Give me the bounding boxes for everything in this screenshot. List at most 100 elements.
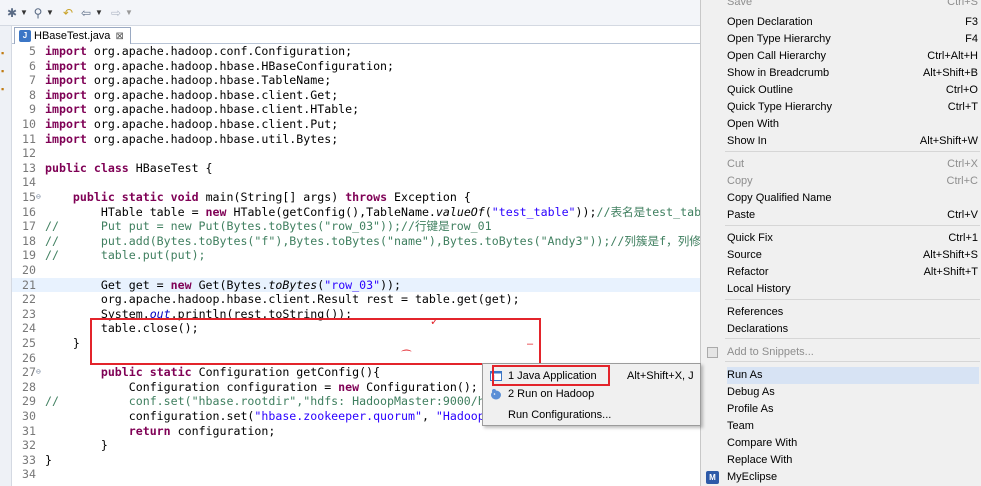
fold-toggle-icon[interactable]: ⊖ [36, 365, 44, 380]
line-number: 14 [22, 175, 36, 190]
line-number: 19 [22, 248, 36, 263]
submenu-item-run-configurations[interactable]: Run Configurations... [508, 406, 698, 424]
menu-item-team[interactable]: Team [727, 418, 979, 435]
menu-item-show-in-breadcrumb[interactable]: Show in Breadcrumb Alt+Shift+B [727, 65, 979, 82]
line-number: 32 [22, 438, 36, 453]
menu-item-open-with[interactable]: Open With [727, 116, 979, 133]
line-number: 21 [22, 277, 36, 292]
menu-item-replace-with[interactable]: Replace With [727, 452, 979, 469]
menu-item-refactor[interactable]: Refactor Alt+Shift+T [727, 264, 979, 281]
editor-toolbar: ✱ ▼ ⚲ ▼ ↶ ⇦ ▼ ⇨ ▼ [0, 0, 700, 26]
menu-item-shortcut: Alt+Shift+B [922, 67, 978, 79]
menu-item-label: Source [727, 249, 762, 261]
chevron-down-icon[interactable]: ▼ [20, 5, 28, 21]
code-line[interactable]: 16✎ HTable table = new HTable(getConfig(… [12, 205, 700, 220]
code-text: import org.apache.hadoop.hbase.client.HT… [45, 102, 360, 117]
code-line[interactable]: 9 import org.apache.hadoop.hbase.client.H… [12, 102, 700, 117]
package-icon[interactable]: ▪ [1, 48, 11, 58]
menu-item-paste[interactable]: Paste Ctrl+V [727, 207, 979, 224]
menu-item-cut[interactable]: Cut Ctrl+X [727, 156, 979, 173]
chevron-down-icon[interactable]: ▼ [46, 5, 54, 21]
code-line[interactable]: 6✎import org.apache.hadoop.hbase.HBaseCo… [12, 59, 700, 74]
submenu-item-2-run-on-hadoop[interactable]: 2 Run on Hadoop [491, 385, 698, 403]
menu-item-compare-with[interactable]: Compare With [727, 435, 979, 452]
menu-item-label: Show in Breadcrumb [727, 67, 830, 79]
code-line[interactable]: 15⊖▸ public static void main(String[] ar… [12, 190, 700, 205]
menu-item-profile-as[interactable]: Profile As [727, 401, 979, 418]
menu-item-show-in[interactable]: Show In Alt+Shift+W [727, 133, 979, 150]
code-line[interactable]: 12 [12, 146, 700, 161]
menu-item-open-declaration[interactable]: Open Declaration F3 [727, 14, 979, 31]
hierarchy-icon[interactable]: ▪ [1, 84, 11, 94]
code-text: org.apache.hadoop.hbase.client.Result re… [45, 292, 520, 307]
code-text: } [45, 438, 108, 453]
code-line[interactable]: 8 import org.apache.hadoop.hbase.client.G… [12, 88, 700, 103]
menu-item-myeclipse[interactable]: MyEclipse M [706, 469, 979, 486]
code-text: import org.apache.hadoop.hbase.util.Byte… [45, 131, 339, 146]
menu-item-label: Team [727, 420, 754, 432]
menu-item-open-call-hierarchy[interactable]: Open Call Hierarchy Ctrl+Alt+H [727, 48, 979, 65]
close-icon[interactable]: ⊠ [115, 31, 123, 42]
code-line[interactable]: 11 import org.apache.hadoop.hbase.util.By… [12, 132, 700, 147]
outline-icon[interactable]: ▪ [1, 66, 11, 76]
line-number: 34 [22, 467, 36, 482]
menu-item-copy[interactable]: Copy Ctrl+C [727, 173, 979, 190]
code-line[interactable]: 14 [12, 175, 700, 190]
menu-item-quick-outline[interactable]: Quick Outline Ctrl+O [727, 82, 979, 99]
menu-separator [725, 299, 980, 300]
fold-toggle-icon[interactable]: ⊖ [36, 190, 44, 205]
code-line[interactable]: 20 [12, 263, 700, 278]
menu-item-label: References [727, 306, 784, 318]
line-number: 6 [29, 58, 36, 73]
menu-item-quick-fix[interactable]: Quick Fix Ctrl+1 [727, 230, 979, 247]
menu-item-label: Replace With [727, 454, 793, 466]
code-line[interactable]: 34 [12, 467, 700, 482]
code-text: // conf.set("hbase.rootdir","hdfs: Hadoo… [45, 394, 492, 409]
line-number: 28 [22, 379, 36, 394]
line-number: 18 [22, 233, 36, 248]
submenu-item-shortcut: Alt+Shift+X, J [627, 370, 694, 382]
menu-item-local-history[interactable]: Local History [727, 281, 979, 298]
menu-item-source[interactable]: Source Alt+Shift+S [727, 247, 979, 264]
code-text: public static void main(String[] args) t… [72, 190, 471, 204]
menu-item-references[interactable]: References [727, 304, 979, 321]
debug-icon[interactable]: ✱ [4, 5, 20, 21]
code-text: import org.apache.hadoop.hbase.TableName… [45, 73, 332, 88]
chevron-down-icon[interactable]: ▼ [95, 5, 103, 21]
menu-item-copy-qualified-name[interactable]: Copy Qualified Name [727, 190, 979, 207]
code-line[interactable]: 13 public class HBaseTest { [12, 161, 700, 176]
code-line[interactable]: 7 import org.apache.hadoop.hbase.TableNam… [12, 73, 700, 88]
code-line[interactable]: 21 Get get = new Get(Bytes.toBytes("row_… [12, 277, 700, 293]
menu-item-add-to-snippets[interactable]: Add to Snippets... [707, 344, 979, 361]
menu-item-open-type-hierarchy[interactable]: Open Type Hierarchy F4 [727, 31, 979, 48]
run-icon[interactable]: ⚲ [30, 5, 46, 21]
menu-item-save[interactable]: Save Ctrl+S [727, 0, 979, 11]
menu-item-run-as[interactable]: Run As [727, 367, 979, 384]
code-line[interactable]: 10✎import org.apache.hadoop.hbase.client… [12, 117, 700, 132]
code-line[interactable]: 17 // Put put = new Put(Bytes.toBytes("ro… [12, 219, 700, 234]
forward-icon[interactable]: ⇨ [108, 5, 124, 21]
code-line[interactable]: 33} [12, 453, 700, 468]
code-line[interactable]: 32 } [12, 438, 700, 453]
menu-item-quick-type-hierarchy[interactable]: Quick Type Hierarchy Ctrl+T [727, 99, 979, 116]
menu-item-shortcut: Ctrl+Alt+H [927, 50, 978, 62]
menu-item-label: Profile As [727, 403, 774, 415]
code-text: Get get = new Get(Bytes.toBytes("row_03"… [45, 277, 402, 292]
menu-item-shortcut: Ctrl+V [947, 209, 978, 221]
menu-item-label: Compare With [727, 437, 798, 449]
menu-item-debug-as[interactable]: Debug As [727, 384, 979, 401]
snippet-icon [707, 347, 718, 358]
code-line[interactable]: 22 org.apache.hadoop.hbase.client.Result… [12, 292, 700, 307]
menu-item-declarations[interactable]: Declarations [727, 321, 979, 338]
chevron-down-icon[interactable]: ▼ [125, 5, 133, 21]
code-line[interactable]: 18 // put.add(Bytes.toBytes("f"),Bytes.to… [12, 234, 700, 249]
run-as-submenu: J1 Java Application Alt+Shift+X, J2 Run o… [482, 363, 701, 426]
line-number: 9 [29, 102, 36, 117]
code-line[interactable]: 19 // table.put(put); [12, 248, 700, 263]
back-icon[interactable]: ⇦ [78, 5, 94, 21]
red-dash-mark: – [527, 338, 534, 350]
line-number: 7 [29, 73, 36, 88]
code-line[interactable]: 5 import org.apache.hadoop.conf.Configura… [12, 44, 700, 59]
tab-hbasetest-java[interactable]: J HBaseTest.java ⊠ [14, 27, 131, 44]
last-edit-icon[interactable]: ↶ [60, 5, 76, 21]
